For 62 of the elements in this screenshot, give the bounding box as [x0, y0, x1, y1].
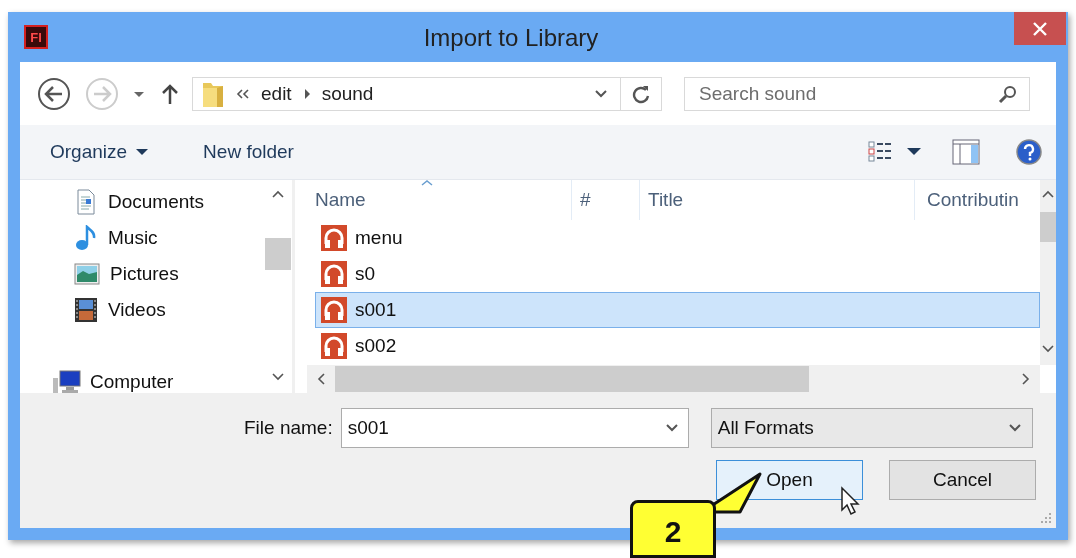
- scrollbar-thumb[interactable]: [1040, 212, 1056, 242]
- sidebar-item[interactable]: Videos: [20, 292, 264, 328]
- file-row[interactable]: menu: [315, 220, 1040, 256]
- sidebar-item[interactable]: Computer: [20, 364, 264, 400]
- column-header[interactable]: #: [572, 180, 640, 220]
- scrollbar-thumb[interactable]: [335, 366, 809, 392]
- refresh-button[interactable]: [620, 76, 662, 111]
- dropdown-icon[interactable]: [594, 88, 608, 99]
- headphones-icon: [321, 333, 347, 359]
- help-icon[interactable]: [1016, 139, 1042, 165]
- scroll-down-icon[interactable]: [272, 373, 284, 381]
- file-name-label: File name:: [244, 417, 333, 439]
- scrollbar[interactable]: [307, 365, 1040, 393]
- dropdown-icon[interactable]: [664, 423, 679, 433]
- scroll-up-icon[interactable]: [272, 190, 284, 198]
- scroll-right-icon[interactable]: [1022, 373, 1030, 385]
- column-header[interactable]: Title: [640, 180, 915, 220]
- computer-icon: [52, 370, 82, 394]
- close-icon: [1032, 20, 1048, 37]
- cancel-button[interactable]: Cancel: [889, 460, 1036, 500]
- app-icon: Fl: [24, 25, 48, 49]
- chevrons-icon: [235, 87, 251, 100]
- back-icon[interactable]: [36, 75, 72, 112]
- file-row[interactable]: s0: [315, 256, 1040, 292]
- column-header[interactable]: Name: [307, 180, 572, 220]
- refresh-icon: [632, 83, 650, 104]
- film-icon: [74, 297, 98, 323]
- open-button[interactable]: Open: [716, 460, 863, 500]
- music-note-icon: [74, 225, 98, 251]
- search-field[interactable]: Search sound: [684, 76, 1030, 111]
- search-icon: [998, 83, 1018, 104]
- sidebar-item[interactable]: Pictures: [20, 256, 264, 292]
- scrollbar-corner: [1040, 365, 1056, 393]
- address-bar[interactable]: edit sound: [192, 76, 620, 111]
- scrollbar-thumb[interactable]: [265, 238, 291, 270]
- scroll-left-icon[interactable]: [317, 373, 325, 385]
- file-name-field[interactable]: s001: [340, 408, 689, 448]
- scroll-down-icon[interactable]: [1042, 345, 1054, 353]
- caret-icon[interactable]: [906, 147, 922, 157]
- scrollbar[interactable]: [1040, 180, 1056, 393]
- window-title: Import to Library: [422, 24, 600, 52]
- breadcrumb[interactable]: edit: [261, 82, 292, 105]
- sidebar-item[interactable]: Music: [20, 220, 264, 256]
- headphones-icon: [321, 297, 347, 323]
- file-row[interactable]: s001: [315, 292, 1040, 328]
- close-button[interactable]: [1014, 12, 1066, 45]
- file-type-dropdown[interactable]: All Formats: [710, 408, 1033, 448]
- column-header[interactable]: Contributin: [915, 180, 1040, 220]
- file-row[interactable]: s002: [315, 328, 1040, 364]
- caret-icon: [135, 148, 150, 156]
- dropdown-icon: [1007, 423, 1022, 433]
- organize-menu-button[interactable]: Organize: [42, 137, 158, 167]
- sidebar-item[interactable]: Documents: [20, 184, 264, 220]
- step-callout: 2: [630, 500, 716, 558]
- resize-grip-icon[interactable]: [1040, 512, 1052, 524]
- document-icon: [74, 189, 98, 215]
- new-folder-button[interactable]: New folder: [195, 137, 302, 167]
- headphones-icon: [321, 261, 347, 287]
- headphones-icon: [321, 225, 347, 251]
- scroll-up-icon[interactable]: [1042, 190, 1054, 198]
- breadcrumb[interactable]: sound: [321, 82, 374, 105]
- pictures-icon: [74, 263, 100, 285]
